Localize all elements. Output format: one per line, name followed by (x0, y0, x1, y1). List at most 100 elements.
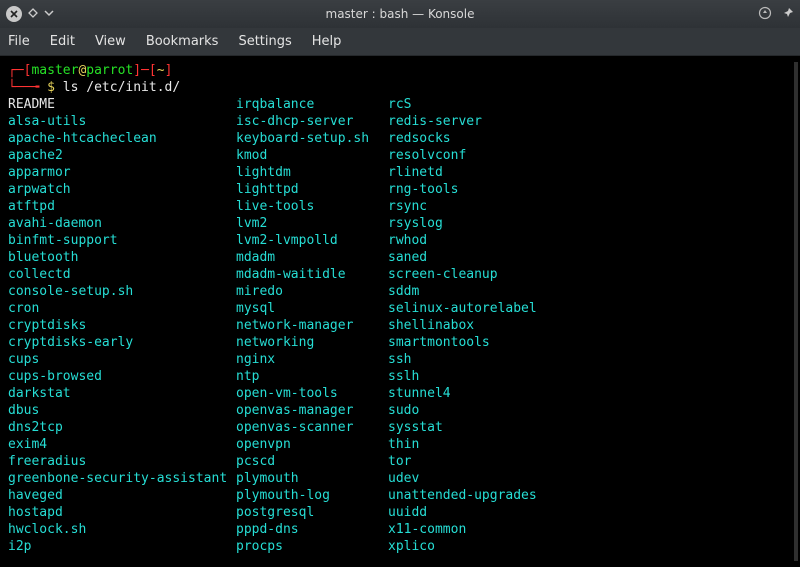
list-row: darkstatopen-vm-toolsstunnel4 (8, 385, 792, 402)
list-item: open-vm-tools (236, 385, 388, 402)
prompt-bracket: ┌─[ (8, 63, 31, 78)
pin-icon[interactable] (782, 7, 794, 22)
list-item: procps (236, 538, 388, 555)
list-item: nginx (236, 351, 388, 368)
list-item: smartmontools (388, 334, 490, 351)
list-item: openvas-scanner (236, 419, 388, 436)
list-item: mdadm-waitidle (236, 266, 388, 283)
list-item: arpwatch (8, 181, 236, 198)
list-item: pcscd (236, 453, 388, 470)
prompt-corner: └──╼ (8, 80, 47, 95)
menu-bookmarks[interactable]: Bookmarks (146, 34, 219, 49)
window-controls-left (6, 6, 54, 22)
list-item: console-setup.sh (8, 283, 236, 300)
list-item: xplico (388, 538, 435, 555)
list-item: sysstat (388, 419, 443, 436)
minimize-icon[interactable] (44, 7, 54, 21)
list-item: resolvconf (388, 147, 466, 164)
menu-help[interactable]: Help (312, 34, 342, 49)
list-row: cryptdisksnetwork-managershellinabox (8, 317, 792, 334)
list-item: apparmor (8, 164, 236, 181)
list-item: lightdm (236, 164, 388, 181)
list-row: freeradiuspcscdtor (8, 453, 792, 470)
list-item: saned (388, 249, 427, 266)
list-item: mysql (236, 300, 388, 317)
list-item: sudo (388, 402, 419, 419)
list-item: darkstat (8, 385, 236, 402)
list-item: collectd (8, 266, 236, 283)
command-text: ls /etc/init.d/ (55, 80, 180, 95)
list-item: networking (236, 334, 388, 351)
list-row: cupsnginxssh (8, 351, 792, 368)
keep-above-icon[interactable] (758, 6, 772, 23)
list-item: kmod (236, 147, 388, 164)
list-row: cronmysqlselinux-autorelabel (8, 300, 792, 317)
list-item: screen-cleanup (388, 266, 498, 283)
menu-view[interactable]: View (95, 34, 126, 49)
list-row: cups-browsedntpsslh (8, 368, 792, 385)
scrollbar[interactable] (794, 62, 798, 561)
list-item: apache-htcacheclean (8, 130, 236, 147)
menu-settings[interactable]: Settings (238, 34, 291, 49)
list-row: apache2kmodresolvconf (8, 147, 792, 164)
list-item: dbus (8, 402, 236, 419)
list-row: binfmt-supportlvm2-lvmpolldrwhod (8, 232, 792, 249)
list-item: rwhod (388, 232, 427, 249)
list-item: thin (388, 436, 419, 453)
list-item: lvm2 (236, 215, 388, 232)
menu-file[interactable]: File (8, 34, 30, 49)
maximize-icon[interactable] (28, 7, 38, 21)
list-row: greenbone-security-assistantplymouthudev (8, 470, 792, 487)
menu-edit[interactable]: Edit (50, 34, 75, 49)
terminal-area[interactable]: ┌─[master@parrot]─[~] └──╼ $ ls /etc/ini… (0, 56, 800, 567)
close-icon[interactable] (6, 6, 22, 22)
list-item: ssh (388, 351, 411, 368)
list-item: haveged (8, 487, 236, 504)
list-item: freeradius (8, 453, 236, 470)
list-item: README (8, 96, 236, 113)
list-row: i2pprocpsxplico (8, 538, 792, 555)
prompt-line-1: ┌─[master@parrot]─[~] (8, 62, 792, 79)
list-row: arpwatchlighttpdrng-tools (8, 181, 792, 198)
list-item: mdadm (236, 249, 388, 266)
list-item: x11-common (388, 521, 466, 538)
list-item: exim4 (8, 436, 236, 453)
list-row: hostapdpostgresqluuidd (8, 504, 792, 521)
list-item: cryptdisks (8, 317, 236, 334)
list-item: cups (8, 351, 236, 368)
list-item: shellinabox (388, 317, 474, 334)
list-row: cryptdisks-earlynetworkingsmartmontools (8, 334, 792, 351)
list-item: dns2tcp (8, 419, 236, 436)
list-item: hwclock.sh (8, 521, 236, 538)
list-item: ntp (236, 368, 388, 385)
list-item: apache2 (8, 147, 236, 164)
list-item: greenbone-security-assistant (8, 470, 236, 487)
list-row: collectdmdadm-waitidlescreen-cleanup (8, 266, 792, 283)
list-item: irqbalance (236, 96, 388, 113)
list-row: atftpdlive-toolsrsync (8, 198, 792, 215)
list-item: hostapd (8, 504, 236, 521)
list-item: alsa-utils (8, 113, 236, 130)
list-item: network-manager (236, 317, 388, 334)
list-item: plymouth-log (236, 487, 388, 504)
list-item: live-tools (236, 198, 388, 215)
list-item: keyboard-setup.sh (236, 130, 388, 147)
list-row: dns2tcpopenvas-scannersysstat (8, 419, 792, 436)
list-item: isc-dhcp-server (236, 113, 388, 130)
list-row: havegedplymouth-logunattended-upgrades (8, 487, 792, 504)
list-row: apparmorlightdmrlinetd (8, 164, 792, 181)
list-item: sslh (388, 368, 419, 385)
list-item: rsyslog (388, 215, 443, 232)
list-item: rcS (388, 96, 411, 113)
list-item: redis-server (388, 113, 482, 130)
list-item: redsocks (388, 130, 451, 147)
list-row: console-setup.shmiredosddm (8, 283, 792, 300)
window-title: master : bash — Konsole (0, 7, 800, 21)
list-item: cryptdisks-early (8, 334, 236, 351)
list-item: binfmt-support (8, 232, 236, 249)
list-item: cups-browsed (8, 368, 236, 385)
prompt-user: master (31, 63, 78, 78)
list-item: cron (8, 300, 236, 317)
prompt-bracket: ] (165, 63, 173, 78)
menubar: File Edit View Bookmarks Settings Help (0, 28, 800, 56)
